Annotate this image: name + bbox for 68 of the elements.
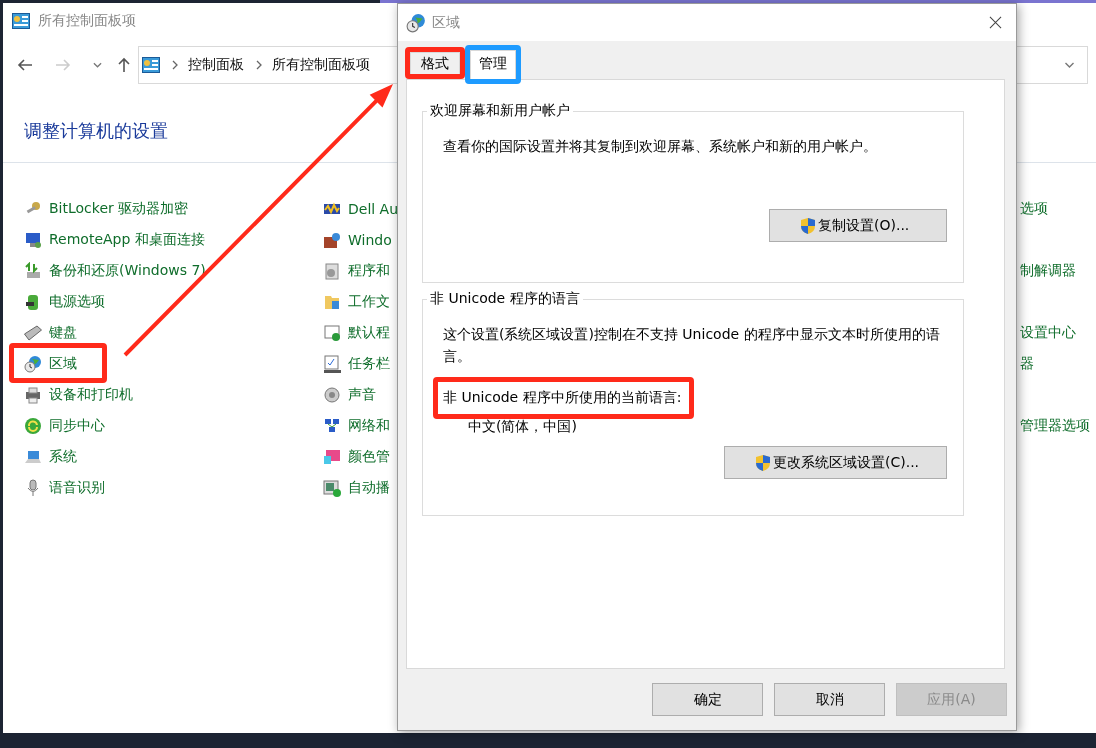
control-panel-link[interactable]: 默认程 [348,323,390,342]
control-panel-link[interactable]: 键盘 [49,323,77,342]
color-monitor-icon [323,447,341,466]
disc-box-icon [323,261,341,280]
control-panel-link[interactable]: 声音 [348,385,376,404]
printer-icon [24,385,42,404]
description-text: 这个设置(系统区域设置)控制在不支持 Unicode 的程序中显示文本时所使用的语言。 [443,325,941,366]
globe-clock-icon [24,354,42,373]
control-panel-link[interactable]: 设备和打印机 [49,385,133,404]
page-heading: 调整计算机的设置 [24,119,169,143]
network-icon [323,416,341,435]
control-panel-link[interactable]: 自动播 [348,478,390,497]
control-panel-link[interactable]: 器 [1020,354,1034,373]
control-panel-link[interactable]: 区域 [49,354,77,373]
current-language-label: 非 Unicode 程序中所使用的当前语言: [443,389,682,405]
control-panel-link[interactable]: 工作文 [348,292,390,311]
brick-wall-globe-icon [323,230,341,249]
checklist-icon [323,354,341,373]
globe-clock-icon [406,12,426,33]
close-icon[interactable] [989,16,1002,29]
chevron-right-icon [172,60,178,70]
shield-button[interactable]: 更改系统区域设置(C)... [724,446,947,479]
current-language-value: 中文(简体，中国) [468,418,578,436]
speaker-icon [323,385,341,404]
control-panel-link[interactable]: 网络和 [348,416,390,435]
breadcrumb-item[interactable]: 所有控制面板项 [272,56,370,74]
breadcrumb-item[interactable]: 控制面板 [188,56,244,74]
control-panel-link[interactable]: RemoteApp 和桌面连接 [49,230,205,249]
dialog-title: 区域 [432,13,460,32]
tab[interactable]: 管理 [470,50,516,80]
chevron-right-icon [256,60,262,70]
control-panel-link[interactable]: 语音识别 [49,478,105,497]
control-panel-link[interactable]: Windo [348,231,392,248]
control-panel-icon [12,13,30,29]
control-panel-icon [142,57,160,73]
control-panel-link[interactable]: Dell Au [348,200,399,217]
control-panel-link[interactable]: 系统 [49,447,77,466]
media-play-icon [323,478,341,497]
group-legend: 非 Unicode 程序的语言 [427,290,583,308]
keyboard-icon [24,323,42,342]
window-title: 所有控制面板项 [38,12,136,30]
tab[interactable]: 格式 [410,52,460,74]
control-panel-link[interactable]: BitLocker 驱动器加密 [49,199,189,218]
control-panel-link[interactable]: 电源选项 [49,292,105,311]
control-panel-link[interactable]: 同步中心 [49,416,105,435]
drive-arrows-icon [24,261,42,280]
control-panel-link[interactable]: 备份和还原(Windows 7) [49,261,206,280]
window-check-icon [323,323,341,342]
chevron-down-icon[interactable] [1064,62,1075,68]
chevron-down-icon[interactable] [93,62,102,68]
sync-icon [24,416,42,435]
control-panel-link[interactable]: 管理器选项 [1020,416,1090,435]
group-legend: 欢迎屏幕和新用户帐户 [427,102,573,120]
shield-button[interactable]: 复制设置(O)... [769,209,947,242]
monitor-icon [24,230,42,249]
shield-icon [800,216,816,235]
description-text: 查看你的国际设置并将其复制到欢迎屏幕、系统帐户和新的用户帐户。 [443,137,878,156]
control-panel-link[interactable]: 制解调器 [1020,261,1076,280]
back-arrow-icon[interactable] [17,59,33,71]
up-arrow-icon[interactable] [118,57,130,73]
control-panel-link[interactable]: 程序和 [348,261,390,280]
control-panel-link[interactable]: 设置中心 [1020,323,1076,342]
control-panel-link[interactable]: 选项 [1020,199,1048,218]
control-panel-link[interactable]: 任务栏 [348,354,390,373]
shield-icon [755,453,771,472]
dialog-button[interactable]: 确定 [652,683,763,716]
dialog-button[interactable]: 取消 [774,683,885,716]
control-panel-link[interactable]: 颜色管 [348,447,390,466]
